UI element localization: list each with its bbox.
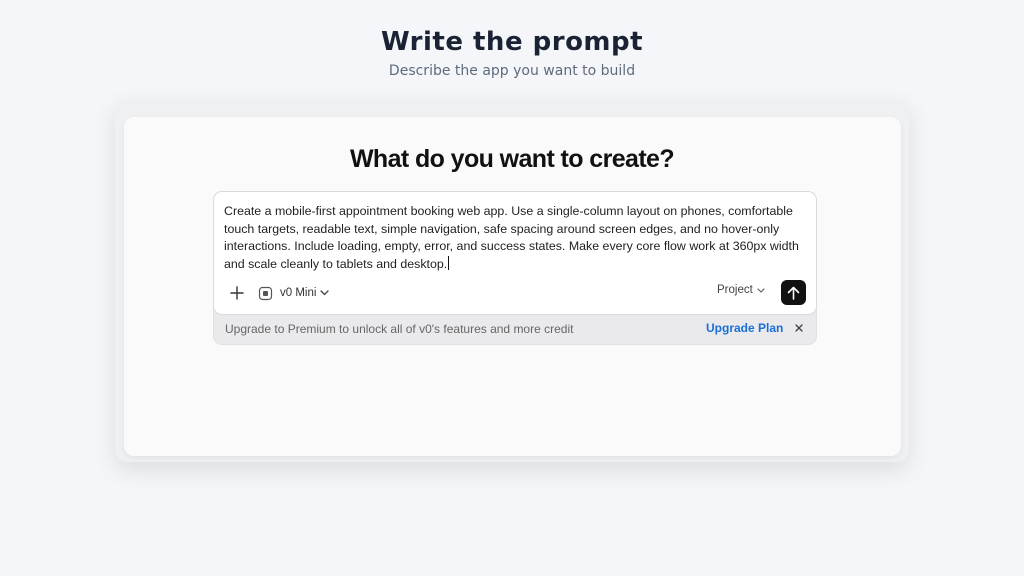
- model-selector-button[interactable]: v0 Mini: [258, 286, 330, 301]
- upgrade-plan-link[interactable]: Upgrade Plan: [706, 321, 783, 335]
- composer-toolbar-left: v0 Mini: [228, 283, 330, 303]
- card-heading: What do you want to create?: [349, 145, 675, 173]
- model-selector-label: v0 Mini: [280, 287, 317, 299]
- text-caret: [448, 255, 450, 270]
- chevron-down-icon: [320, 290, 330, 296]
- project-selector-button[interactable]: Project: [717, 284, 765, 296]
- chevron-down-icon: [757, 287, 765, 293]
- prompt-composer: Create a mobile-first appointment bookin…: [213, 191, 817, 345]
- plus-icon: [230, 286, 244, 300]
- add-attachment-button[interactable]: [228, 284, 246, 302]
- arrow-up-icon: [787, 286, 800, 300]
- close-icon: [795, 324, 803, 332]
- prompt-input-box[interactable]: Create a mobile-first appointment bookin…: [213, 191, 817, 315]
- page-subtitle: Describe the app you want to build: [388, 63, 636, 79]
- upgrade-banner-text: Upgrade to Premium to unlock all of v0's…: [225, 322, 574, 336]
- prompt-input-text: Create a mobile-first appointment bookin…: [224, 204, 799, 271]
- close-banner-button[interactable]: [794, 323, 804, 333]
- project-selector-label: Project: [717, 284, 753, 296]
- chip-icon: [258, 286, 273, 301]
- page-title: Write the prompt: [380, 27, 644, 57]
- send-button[interactable]: [781, 280, 806, 305]
- page-header: Write the prompt Describe the app you wa…: [0, 26, 1024, 80]
- prompt-input[interactable]: Create a mobile-first appointment bookin…: [224, 203, 804, 273]
